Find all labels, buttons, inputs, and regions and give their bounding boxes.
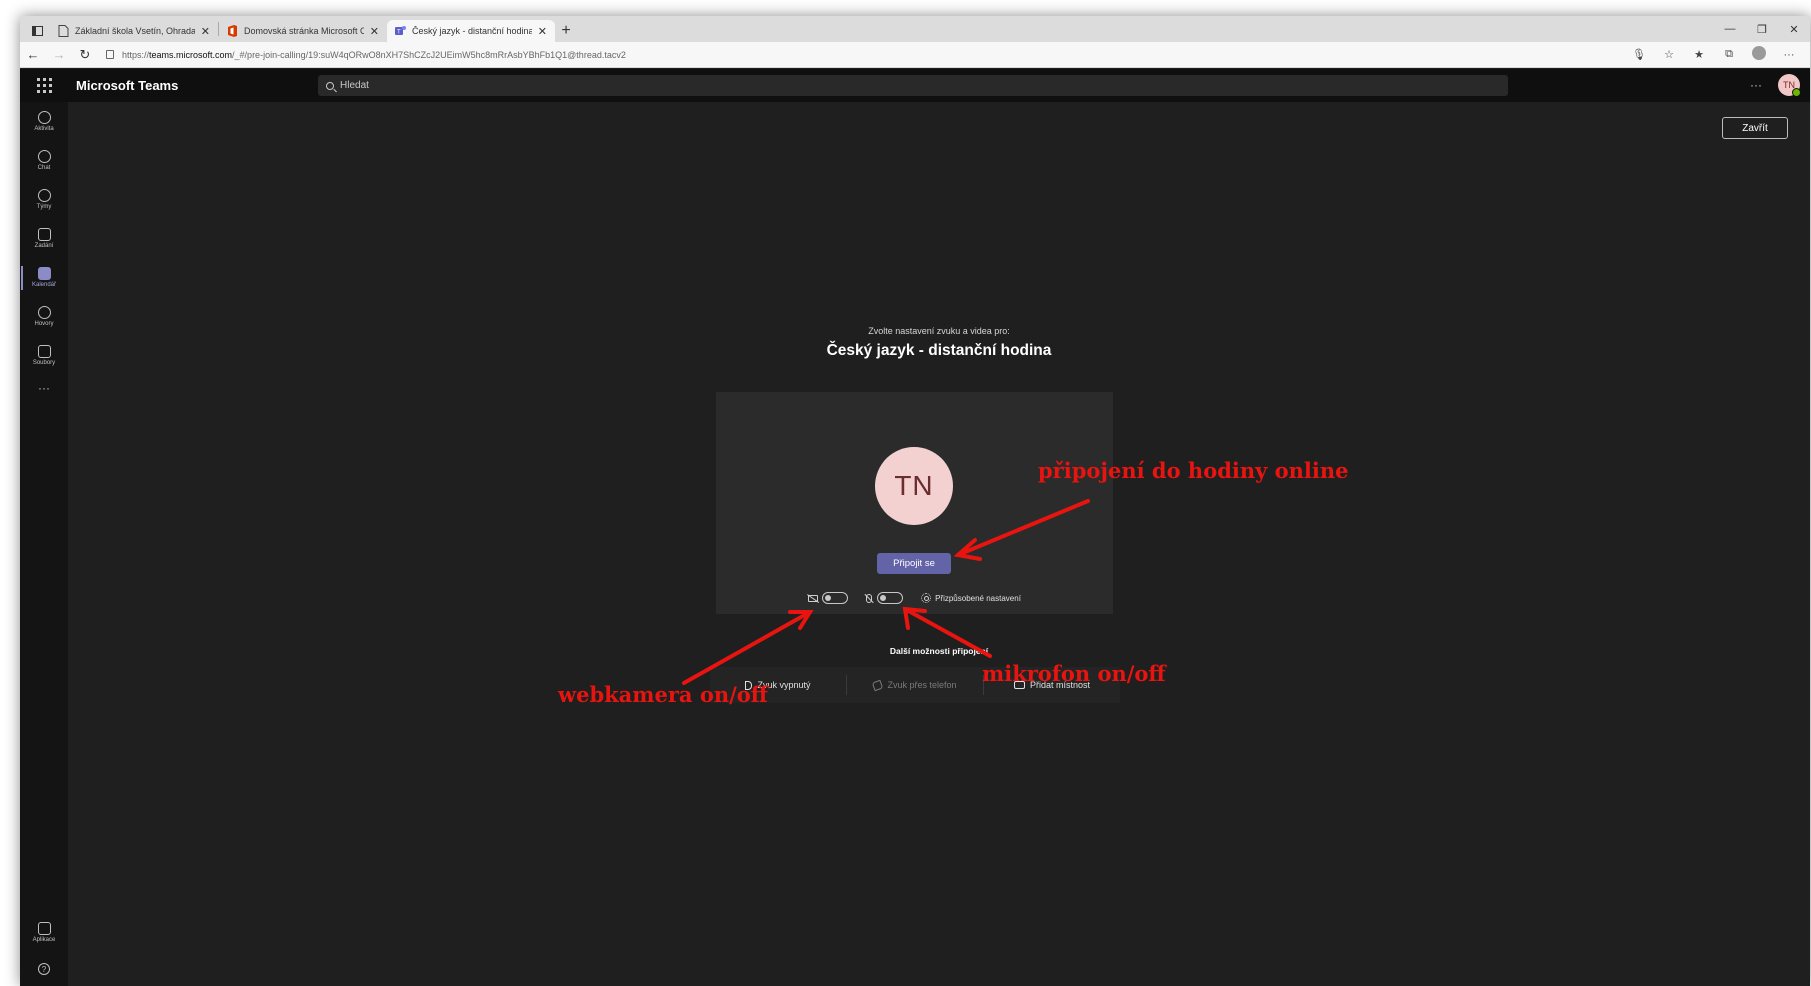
rail-item-chat[interactable]: Chat xyxy=(20,141,68,180)
camera-annotation: webkamera on/off xyxy=(558,682,769,707)
device-controls: Přizpůsobené nastavení xyxy=(716,590,1113,606)
custom-settings-link[interactable]: Přizpůsobené nastavení xyxy=(935,594,1021,603)
url-prefix: https:// xyxy=(122,49,150,60)
lock-icon[interactable] xyxy=(106,50,114,59)
prejoin-subtitle: Zvolte nastavení zvuku a videa pro: xyxy=(868,326,1010,336)
add-favorite-icon[interactable]: ☆ xyxy=(1654,48,1684,61)
back-icon[interactable]: ← xyxy=(20,47,46,62)
collections-icon[interactable]: ⧉ xyxy=(1714,48,1744,61)
microphone-toggle[interactable] xyxy=(877,592,904,604)
rail-item-calls[interactable]: Hovory xyxy=(20,297,68,336)
calendar-icon xyxy=(37,267,51,280)
rail-item-files[interactable]: Soubory xyxy=(20,336,68,375)
app-title: Microsoft Teams xyxy=(76,78,179,93)
header-right: ··· TN xyxy=(1750,74,1801,97)
close-tab-icon[interactable]: ✕ xyxy=(538,25,547,38)
phone-icon xyxy=(872,679,884,691)
rail-label: Aktivita xyxy=(34,126,54,132)
rail-label: Hovory xyxy=(34,321,54,327)
restore-icon[interactable]: ❐ xyxy=(1746,23,1778,36)
browser-tab-active[interactable]: T Český jazyk - distanční hodina (r ✕ xyxy=(387,20,555,42)
browser-window: Základní škola Vsetín, Ohrada 18 ✕ Domov… xyxy=(20,16,1810,986)
rail-label: Soubory xyxy=(32,360,56,366)
rail-label: Týmy xyxy=(36,204,52,210)
rail-label: Chat xyxy=(37,165,51,171)
file-icon xyxy=(37,345,51,358)
forward-icon[interactable]: → xyxy=(46,47,72,62)
phone-audio-option[interactable]: Zvuk přes telefon xyxy=(846,675,983,695)
assignments-icon xyxy=(37,228,51,241)
join-annotation: připojení do hodiny online xyxy=(1038,458,1349,483)
page-icon xyxy=(58,25,69,37)
svg-text:T: T xyxy=(397,30,401,36)
browser-tab[interactable]: Domovská stránka Microsoft Of ✕ xyxy=(219,20,387,42)
app-bar: Aktivita Chat Týmy Zadání Kalendář Hovor… xyxy=(20,102,68,986)
camera-toggle[interactable] xyxy=(822,592,849,604)
video-preview: TN Připojit se Přizpůsobené nastavení xyxy=(716,392,1113,614)
tab-title: Český jazyk - distanční hodina (r xyxy=(412,26,532,36)
tab-actions-button[interactable] xyxy=(24,20,50,42)
teams-group-icon xyxy=(37,189,51,202)
help-icon: ? xyxy=(38,963,50,975)
rail-label: Aplikace xyxy=(32,937,56,943)
search-placeholder: Hledat xyxy=(340,80,369,91)
window-controls: — ❐ ✕ xyxy=(1714,16,1810,42)
chat-icon xyxy=(37,150,51,163)
search-input[interactable]: Hledat xyxy=(318,75,1508,96)
teams-app: Microsoft Teams Hledat ··· TN Aktivita C… xyxy=(20,69,1810,986)
microphone-icon[interactable]: 🎙 xyxy=(1624,48,1654,61)
close-button[interactable]: Zavřít xyxy=(1722,117,1788,139)
gear-icon[interactable] xyxy=(921,593,932,603)
office-icon xyxy=(228,25,237,37)
mic-annotation: mikrofon on/off xyxy=(982,661,1166,686)
rail-item-teams[interactable]: Týmy xyxy=(20,180,68,219)
apps-icon xyxy=(37,922,51,935)
favorites-icon[interactable]: ★ xyxy=(1684,48,1714,61)
rail-item-calendar[interactable]: Kalendář xyxy=(20,258,68,297)
rail-more-button[interactable]: ··· xyxy=(20,381,68,395)
browser-tab[interactable]: Základní škola Vsetín, Ohrada 18 ✕ xyxy=(50,20,218,42)
meeting-title: Český jazyk - distanční hodina xyxy=(826,342,1052,359)
rail-item-apps[interactable]: Aplikace xyxy=(20,913,68,952)
address-bar: ← → ↻ https://teams.microsoft.com/_#/pre… xyxy=(20,42,1810,68)
teams-icon: T xyxy=(395,26,406,36)
tab-actions-icon xyxy=(31,26,43,36)
address-bar-tools: 🎙 ☆ ★ ⧉ ··· xyxy=(1624,46,1804,63)
join-button[interactable]: Připojit se xyxy=(877,553,951,574)
participant-avatar: TN xyxy=(875,447,953,525)
profile-icon[interactable] xyxy=(1744,46,1774,63)
help-button[interactable]: ? xyxy=(20,952,68,986)
refresh-icon[interactable]: ↻ xyxy=(72,47,98,63)
option-label: Zvuk přes telefon xyxy=(887,680,957,690)
camera-off-icon xyxy=(808,594,819,602)
close-window-icon[interactable]: ✕ xyxy=(1778,23,1810,36)
url-host: teams.microsoft.com xyxy=(149,49,233,60)
tab-strip: Základní škola Vsetín, Ohrada 18 ✕ Domov… xyxy=(20,16,1810,42)
close-tab-icon[interactable]: ✕ xyxy=(201,25,210,38)
tab-title: Základní škola Vsetín, Ohrada 18 xyxy=(75,26,195,36)
bell-icon xyxy=(37,111,51,124)
rail-item-activity[interactable]: Aktivita xyxy=(20,102,68,141)
microphone-off-icon xyxy=(866,593,873,603)
rail-bottom: Aplikace ? xyxy=(20,913,68,986)
search-icon xyxy=(326,81,334,90)
rail-item-assignments[interactable]: Zadání xyxy=(20,219,68,258)
app-launcher-icon[interactable] xyxy=(20,78,68,93)
tab-title: Domovská stránka Microsoft Of xyxy=(244,26,364,36)
user-avatar[interactable]: TN xyxy=(1778,74,1801,97)
close-tab-icon[interactable]: ✕ xyxy=(370,25,379,38)
rail-label: Zadání xyxy=(34,243,54,249)
new-tab-button[interactable]: + xyxy=(555,20,577,42)
rail-label: Kalendář xyxy=(31,282,57,288)
minimize-icon[interactable]: — xyxy=(1714,23,1746,35)
teams-header: Microsoft Teams Hledat ··· TN xyxy=(20,69,1810,102)
settings-more-icon[interactable]: ··· xyxy=(1750,78,1762,92)
url-field[interactable]: https://teams.microsoft.com/_#/pre-join-… xyxy=(98,45,1624,65)
more-options-title: Další možnosti připojení xyxy=(889,646,989,656)
url-path: /_#/pre-join-calling/19:suW4qORwO8nXH7Sh… xyxy=(232,49,626,60)
more-icon[interactable]: ··· xyxy=(1774,49,1804,61)
phone-icon xyxy=(37,306,51,319)
